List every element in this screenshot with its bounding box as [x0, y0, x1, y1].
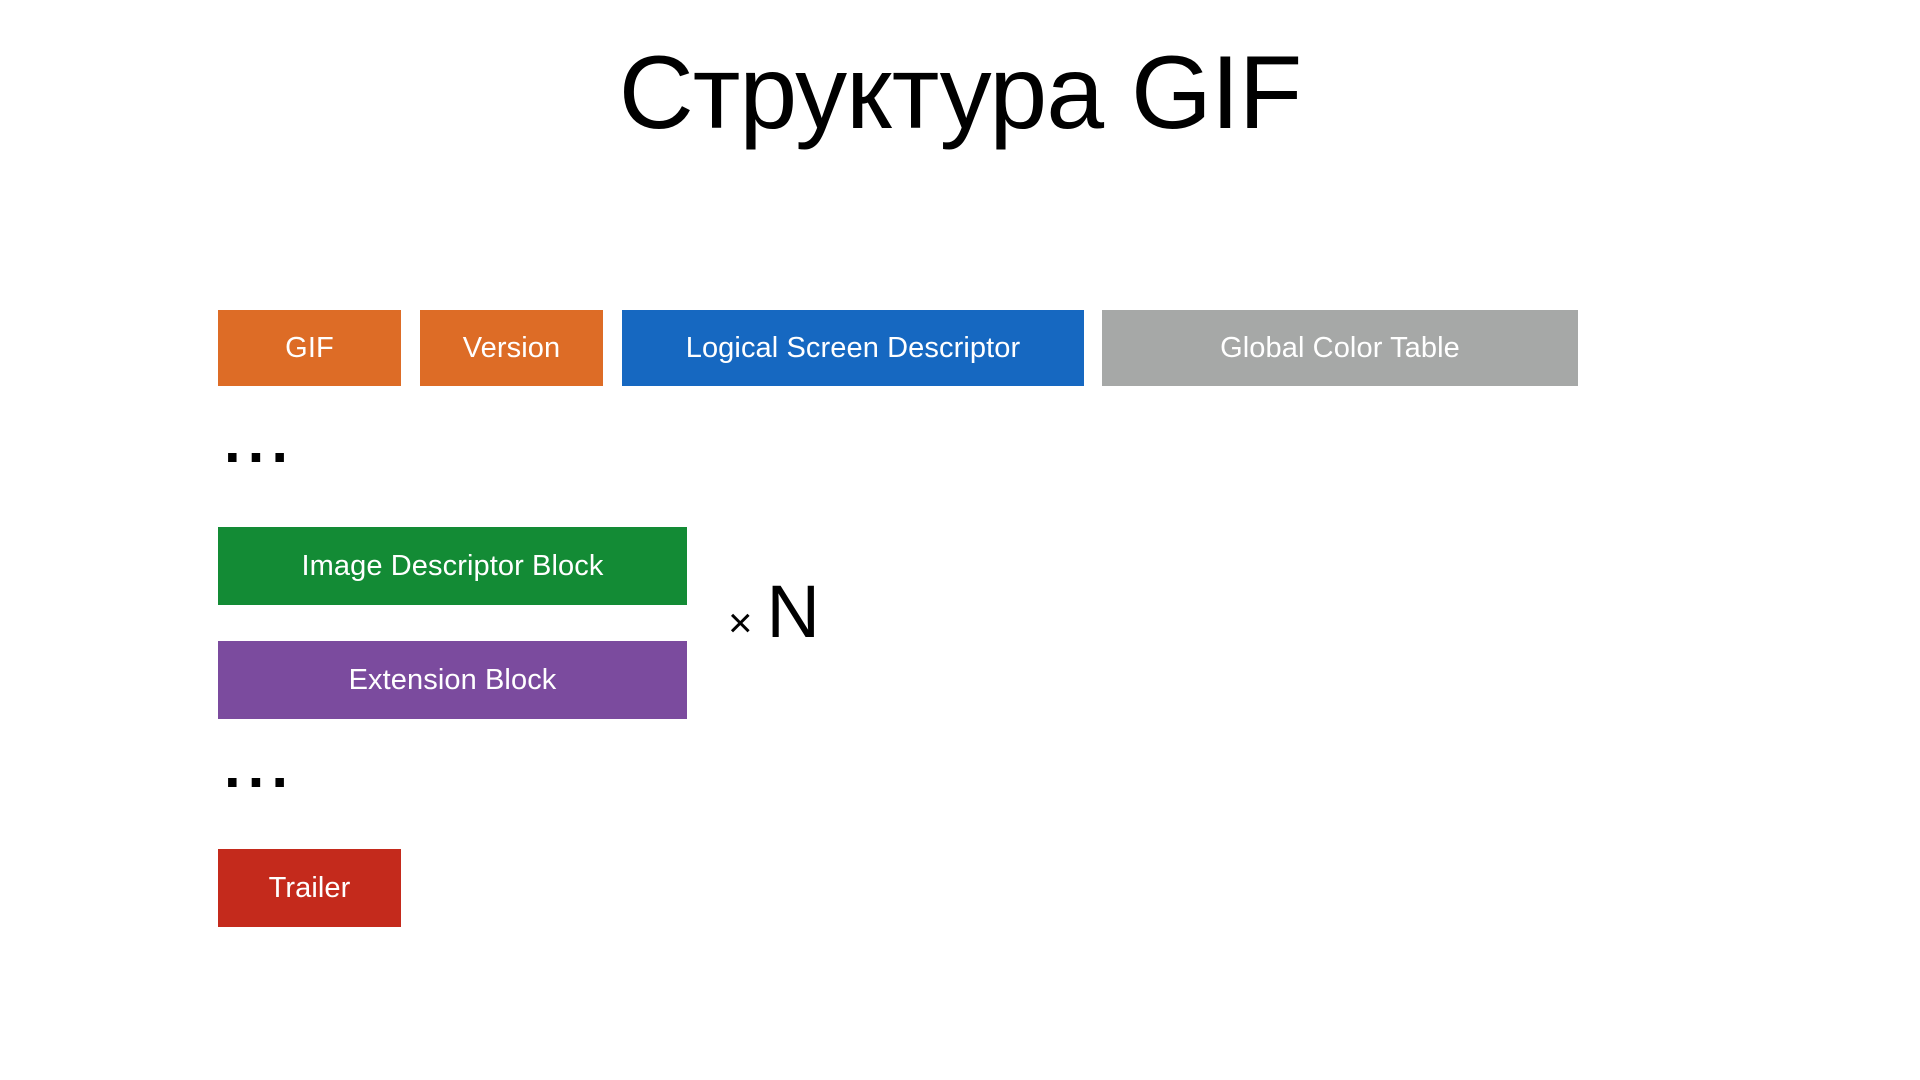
block-image-descriptor: Image Descriptor Block — [218, 527, 687, 605]
ellipsis-after-frames: ... — [224, 733, 296, 800]
slide: Структура GIF GIF Version Logical Screen… — [0, 0, 1920, 1080]
block-extension: Extension Block — [218, 641, 687, 719]
block-global-color-table: Global Color Table — [1102, 310, 1578, 386]
block-trailer-label: Trailer — [268, 871, 351, 904]
block-gif-label: GIF — [285, 331, 334, 364]
gif-structure-diagram: GIF Version Logical Screen Descriptor Gl… — [0, 0, 1920, 1080]
block-logical-screen-descriptor: Logical Screen Descriptor — [622, 310, 1084, 386]
repeat-multiplier: × N — [728, 575, 820, 649]
block-extension-label: Extension Block — [348, 663, 557, 696]
block-version-label: Version — [462, 331, 561, 364]
block-global-color-table-label: Global Color Table — [1220, 331, 1460, 364]
block-gif: GIF — [218, 310, 401, 386]
block-logical-screen-descriptor-label: Logical Screen Descriptor — [685, 331, 1021, 364]
multiply-icon: × — [728, 599, 753, 646]
block-trailer: Trailer — [218, 849, 401, 927]
ellipsis-after-header: ... — [224, 408, 296, 475]
block-version: Version — [420, 310, 603, 386]
repeat-count-label: N — [766, 570, 820, 653]
block-image-descriptor-label: Image Descriptor Block — [301, 549, 604, 582]
